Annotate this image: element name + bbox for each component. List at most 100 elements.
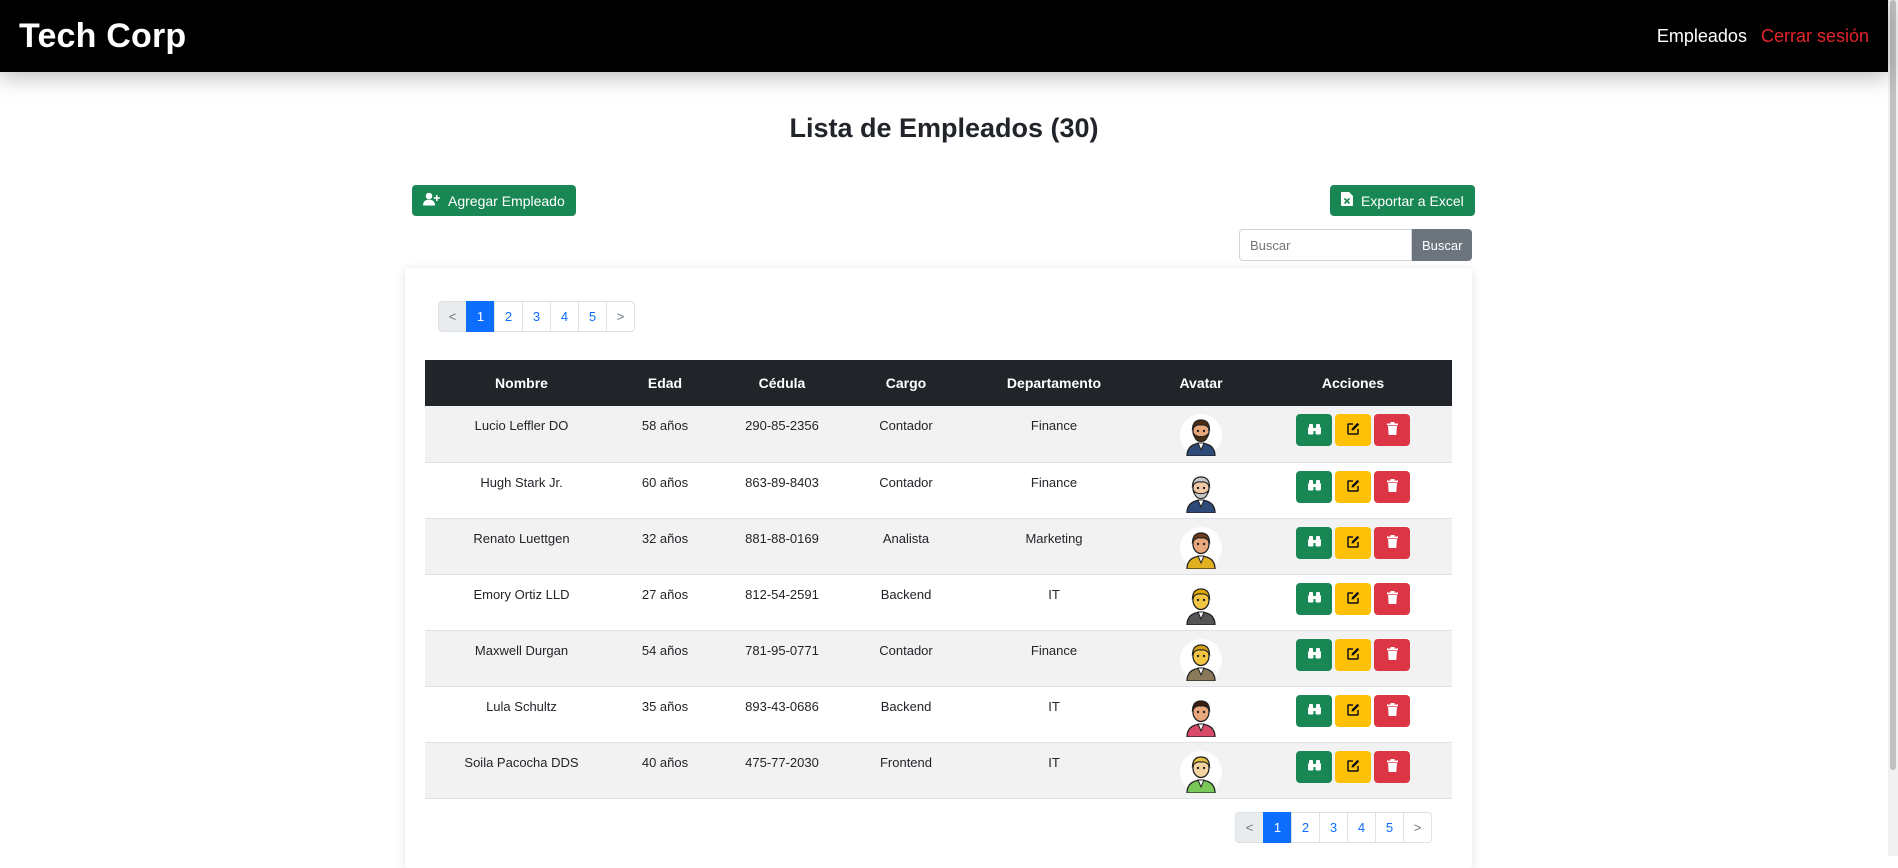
trash-icon — [1386, 478, 1398, 495]
cell-departamento: Finance — [1030, 418, 1078, 433]
edit-employee-button[interactable] — [1335, 694, 1371, 727]
view-employee-button[interactable] — [1296, 414, 1332, 446]
cell-nombre: Maxwell Durgan — [474, 642, 569, 658]
edit-employee-button[interactable] — [1335, 638, 1371, 671]
delete-employee-button[interactable] — [1374, 582, 1410, 615]
page-scrollbar[interactable] — [1888, 0, 1898, 856]
employees-table: Nombre Edad Cédula Cargo Departamento Av… — [425, 360, 1452, 799]
cell-cedula: 475-77-2030 — [745, 754, 819, 770]
view-employee-button[interactable] — [1296, 526, 1332, 559]
row-actions — [1296, 526, 1410, 559]
edit-icon — [1346, 422, 1360, 438]
trash-icon — [1386, 590, 1398, 607]
edit-icon — [1346, 535, 1360, 551]
pagination-page-5[interactable]: 5 — [578, 301, 607, 332]
cell-avatar — [1148, 574, 1254, 630]
view-employee-button[interactable] — [1296, 470, 1332, 503]
edit-employee-button[interactable] — [1335, 414, 1371, 446]
delete-employee-button[interactable] — [1374, 750, 1410, 783]
cell-nombre: Renato Luettgen — [473, 530, 570, 546]
search-button[interactable]: Buscar — [1412, 229, 1473, 261]
cell-nombre: Lula Schultz — [486, 698, 557, 714]
cell-edad: 58 años — [641, 418, 689, 433]
pagination-prev[interactable]: < — [438, 301, 467, 332]
cell-cargo: Frontend — [879, 754, 933, 770]
column-header-cedula: Cédula — [712, 360, 852, 406]
cell-nombre: Lucio Leffler DO — [474, 418, 569, 433]
delete-employee-button[interactable] — [1374, 470, 1410, 503]
edit-employee-button[interactable] — [1335, 526, 1371, 559]
pagination-page-1[interactable]: 1 — [1263, 812, 1292, 843]
pagination-prev[interactable]: < — [1235, 812, 1264, 843]
add-employee-label: Agregar Empleado — [448, 192, 565, 209]
logout-link[interactable]: Cerrar sesión — [1761, 26, 1869, 47]
binoculars-icon — [1307, 703, 1321, 718]
cell-edad: 32 años — [641, 530, 689, 546]
cell-avatar — [1148, 686, 1254, 742]
avatar — [1180, 638, 1222, 682]
nav-employees-link[interactable]: Empleados — [1657, 26, 1747, 47]
cell-actions — [1254, 630, 1452, 686]
cell-nombre: Soila Pacocha DDS — [464, 754, 579, 770]
trash-icon — [1386, 646, 1398, 663]
search-form: Buscar — [1239, 229, 1473, 261]
table-row: Soila Pacocha DDS 40 años 475-77-2030 Front… — [425, 742, 1452, 798]
avatar — [1180, 526, 1222, 570]
cell-departamento: Finance — [1030, 642, 1078, 658]
binoculars-icon — [1307, 535, 1321, 550]
pagination-page-4[interactable]: 4 — [1347, 812, 1376, 843]
row-actions — [1296, 694, 1410, 727]
avatar — [1180, 750, 1222, 794]
binoculars-icon — [1307, 647, 1321, 662]
cell-actions — [1254, 686, 1452, 742]
search-input[interactable] — [1239, 229, 1412, 261]
edit-employee-button[interactable] — [1335, 582, 1371, 615]
table-body: Lucio Leffler DO 58 años 290-85-2356 Contad… — [425, 406, 1452, 798]
pagination-page-1[interactable]: 1 — [466, 301, 495, 332]
delete-employee-button[interactable] — [1374, 694, 1410, 727]
edit-icon — [1346, 703, 1360, 719]
cell-cargo: Contador — [879, 418, 933, 433]
avatar — [1180, 694, 1222, 738]
view-employee-button[interactable] — [1296, 582, 1332, 615]
pagination-page-3[interactable]: 3 — [1319, 812, 1348, 843]
pagination-page-5[interactable]: 5 — [1375, 812, 1404, 843]
avatar — [1180, 582, 1222, 626]
cell-cedula: 893-43-0686 — [745, 698, 819, 714]
view-employee-button[interactable] — [1296, 750, 1332, 783]
trash-icon — [1386, 534, 1398, 551]
delete-employee-button[interactable] — [1374, 414, 1410, 446]
add-employee-button[interactable]: Agregar Empleado — [412, 185, 576, 216]
table-row: Lula Schultz 35 años 893-43-0686 Backend IT — [425, 686, 1452, 742]
cell-actions — [1254, 574, 1452, 630]
cell-departamento: Marketing — [1025, 530, 1083, 546]
binoculars-icon — [1307, 591, 1321, 606]
view-employee-button[interactable] — [1296, 638, 1332, 671]
pagination-page-2[interactable]: 2 — [1291, 812, 1320, 843]
edit-employee-button[interactable] — [1335, 470, 1371, 503]
binoculars-icon — [1307, 759, 1321, 774]
cell-avatar — [1148, 742, 1254, 798]
pagination-bottom: < 1 2 3 4 5 > — [1235, 812, 1432, 843]
export-excel-button[interactable]: Exportar a Excel — [1330, 185, 1475, 216]
table-row: Renato Luettgen 32 años 881-88-0169 Analist… — [425, 518, 1452, 574]
pagination-page-2[interactable]: 2 — [494, 301, 523, 332]
file-excel-icon — [1341, 192, 1353, 209]
delete-employee-button[interactable] — [1374, 526, 1410, 559]
pagination-next[interactable]: > — [1403, 812, 1432, 843]
cell-cargo: Contador — [879, 642, 933, 658]
view-employee-button[interactable] — [1296, 694, 1332, 727]
brand-logo[interactable]: Tech Corp — [19, 17, 186, 56]
edit-employee-button[interactable] — [1335, 750, 1371, 783]
cell-departamento: Finance — [1030, 474, 1078, 490]
column-header-acciones: Acciones — [1254, 360, 1452, 406]
cell-avatar — [1148, 518, 1254, 574]
table-row: Hugh Stark Jr. 60 años 863-89-8403 Contador… — [425, 462, 1452, 518]
cell-cedula: 881-88-0169 — [745, 530, 819, 546]
pagination-next[interactable]: > — [606, 301, 635, 332]
delete-employee-button[interactable] — [1374, 638, 1410, 671]
scrollbar-thumb[interactable] — [1890, 0, 1896, 770]
pagination-page-4[interactable]: 4 — [550, 301, 579, 332]
pagination-page-3[interactable]: 3 — [522, 301, 551, 332]
page-title: Lista de Empleados (30) — [789, 113, 1099, 143]
